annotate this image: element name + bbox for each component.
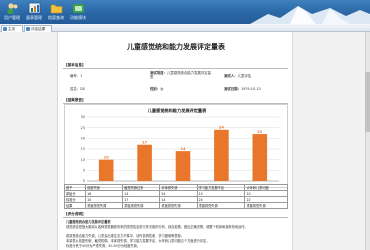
- nav-label: 量表管理: [26, 15, 42, 20]
- y-tick-label: 10: [81, 158, 85, 162]
- nav-label: 功能模块: [70, 15, 86, 20]
- y-tick-label: 30: [81, 115, 85, 119]
- table-cell: 重度感觉失调: [244, 202, 288, 209]
- tab-label: 评定结果: [31, 27, 46, 31]
- y-tick-label: 0: [83, 179, 85, 183]
- y-tick-label: 25: [81, 126, 85, 130]
- scale-field: 测试项目：儿童感觉统合能力发展评定量表: [150, 71, 212, 80]
- table-row: 结果 重度感觉失调 重度感觉失调 重度感觉失调 重度感觉失调 重度感觉失调: [63, 202, 288, 209]
- tab-home[interactable]: 主页: [1, 25, 23, 32]
- table-cell: 重度感觉失调: [159, 202, 198, 209]
- tab-strip: 主页 评定结果: [0, 24, 370, 32]
- bar: [137, 144, 152, 181]
- chart-plot: 0 5 10 15 20 25 30 10 17 14 24 22: [81, 115, 279, 183]
- bar-chart: 儿童感觉统和能力发展评定量表 0 5 10 15 20 25 30 10 17 14 24 22: [64, 104, 288, 188]
- nav-scale-management[interactable]: 量表管理: [24, 2, 44, 23]
- note-title: 儿童感觉统合能力发展评定量表: [66, 220, 111, 224]
- date-field: 测试日期：1979-10-13: [224, 87, 261, 91]
- nav-label: 用户管理: [4, 15, 20, 20]
- y-tick-label: 20: [81, 137, 85, 141]
- data-label: 17: [142, 141, 148, 145]
- note-line: 感觉统合是指大脑将从各种感觉器官传来的感觉信息进行多次组织分析、综合处理，做出正…: [66, 225, 248, 229]
- folder-icon: [50, 4, 62, 14]
- home-icon: [3, 27, 7, 31]
- sex-field: 性别：女: [150, 87, 164, 91]
- data-label: 10: [104, 155, 110, 159]
- divider: [63, 68, 288, 69]
- y-tick-label: 5: [83, 169, 85, 173]
- nav-label: 档案查询: [48, 15, 64, 20]
- document-icon: [26, 27, 30, 31]
- y-tick-label: 15: [81, 147, 85, 151]
- name-field: 姓名：DS: [70, 87, 85, 91]
- table-cell: 重度感觉失调: [122, 202, 161, 209]
- document-viewer: 儿童感觉统和能力发展评定量表 【基本信息】 编号：1 测试项目：儿童感觉统合能力…: [0, 32, 370, 250]
- vertical-scrollbar[interactable]: [365, 32, 370, 250]
- data-label: 22: [257, 130, 263, 134]
- data-label: 14: [180, 147, 186, 151]
- bar: [252, 134, 268, 181]
- table-cell: 重度感觉失调: [85, 202, 124, 209]
- bar: [214, 129, 229, 181]
- module-icon: [72, 4, 84, 13]
- users-icon: [7, 3, 18, 14]
- note-line: 本量表从前庭失衡、触觉防御、本体感失调、学习能力发展不足、大年龄儿童问题五个方面…: [66, 239, 210, 243]
- score-table: 因子 前庭失衡 触觉防御过多 本体感失调 学习能力发展不足 大年龄儿童问题 原始分 16 14 2…: [63, 184, 288, 209]
- report-title: 儿童感觉统和能力发展评定量表: [127, 42, 225, 51]
- tester-field: 测试人：儿童评估: [224, 74, 252, 78]
- nav-user-management[interactable]: 用户管理: [2, 2, 22, 23]
- note-line: 标准分低于40分为严重失调，40-50分为轻度失调。: [66, 244, 140, 248]
- note-line: 若感觉统合能力失调，儿童会出现注意力不集中、动作协调性差、学习困难等表现。: [66, 234, 184, 238]
- scrollbar-thumb[interactable]: [365, 72, 370, 132]
- table-row: 因子 前庭失衡 触觉防御过多 本体感失调 学习能力发展不足 大年龄儿童问题: [63, 184, 288, 191]
- bar: [175, 151, 191, 181]
- data-label: 24: [219, 126, 225, 130]
- number-field: 编号：1: [70, 74, 83, 78]
- bar: [98, 159, 114, 181]
- nav-archive-query[interactable]: 档案查询: [46, 2, 66, 23]
- nav-function-module[interactable]: 功能模块: [68, 2, 88, 23]
- tab-label: 主页: [8, 27, 16, 31]
- report-page: 儿童感觉统和能力发展评定量表 【基本信息】 编号：1 测试项目：儿童感觉统合能力…: [57, 32, 293, 250]
- divider: [63, 217, 288, 218]
- mountain-banner-image: [250, 6, 370, 24]
- app-banner: 用户管理 量表管理 档案查询 功能模块: [0, 0, 370, 24]
- table-cell: 重度感觉失调: [196, 202, 246, 209]
- table-cell: 结果: [63, 202, 87, 209]
- tab-result[interactable]: 评定结果: [24, 25, 52, 32]
- scale-icon: [28, 2, 40, 14]
